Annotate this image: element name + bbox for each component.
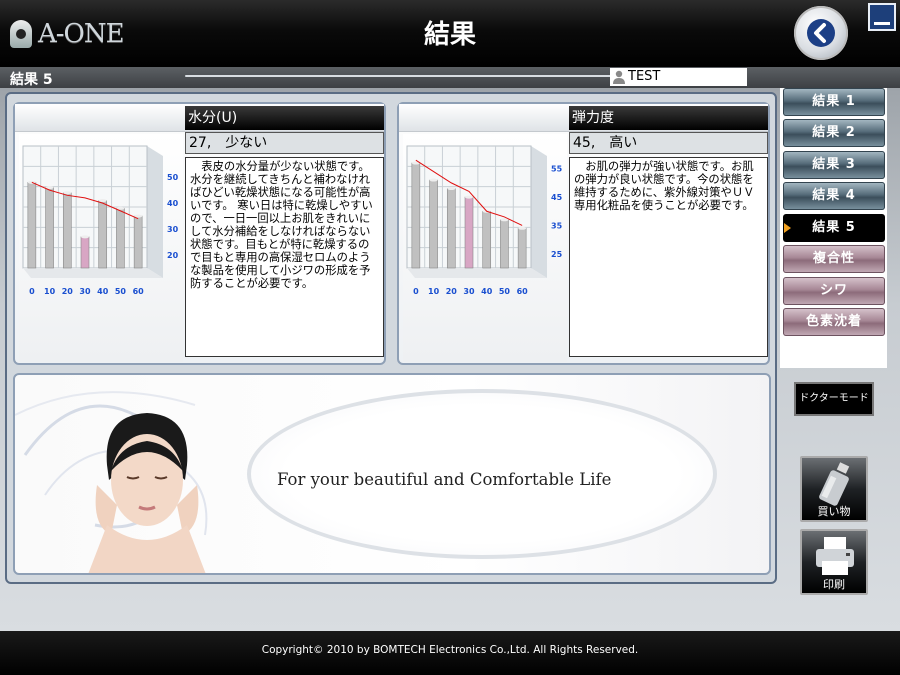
chart-bar bbox=[482, 210, 492, 269]
chart-x-tick-label: 40 bbox=[481, 287, 493, 296]
chart-bar bbox=[116, 207, 125, 269]
page-title: 結果 bbox=[423, 20, 476, 50]
chart-y-tick-label: 35 bbox=[551, 221, 563, 230]
chart-bar bbox=[62, 192, 72, 269]
elasticity-title: 弾力度 bbox=[569, 106, 768, 130]
main-area: 50 40 30 20 0 10 20 30 40 50 60 水分(U) 27, 少ない 表皮の水… bbox=[0, 88, 900, 631]
moisture-description: 表皮の水分量が少ない状態です。水分を継続してきちんと補わなければひどい乾燥状態に… bbox=[185, 157, 384, 357]
sub-header: 結果 5 TEST bbox=[0, 67, 900, 88]
nav-combination[interactable]: 複合性 bbox=[783, 245, 885, 273]
chart-bar-cap bbox=[447, 187, 456, 191]
divider bbox=[185, 75, 615, 77]
chart-x-tick-label: 30 bbox=[463, 287, 475, 296]
banner: For your beautiful and Comfortable Life bbox=[13, 373, 771, 575]
elasticity-value: 45, 高い bbox=[569, 132, 768, 154]
chart-x-tick-label: 50 bbox=[499, 287, 511, 296]
nav-pigmentation[interactable]: 色素沈着 bbox=[783, 308, 885, 336]
chart-y-tick-label: 30 bbox=[167, 225, 179, 234]
chart-y-tick-label: 45 bbox=[551, 193, 563, 202]
chart-bar bbox=[411, 162, 421, 269]
chart-y-tick-label: 55 bbox=[551, 165, 563, 174]
doctor-mode-button[interactable]: ドクターモード bbox=[794, 382, 874, 416]
chart-y-tick-label: 40 bbox=[167, 199, 179, 208]
user-icon bbox=[613, 70, 625, 84]
chart-x-tick-label: 50 bbox=[115, 287, 127, 296]
chart-bar bbox=[98, 200, 108, 269]
chart-bar bbox=[429, 179, 438, 269]
printer-icon bbox=[816, 537, 854, 575]
content-frame: 50 40 30 20 0 10 20 30 40 50 60 水分(U) 27, 少ない 表皮の水… bbox=[5, 92, 777, 584]
elasticity-description: お肌の弾力が強い状態です。お肌の弾力が良い状態です。今の状態を維持するために、紫… bbox=[569, 157, 768, 357]
moisture-chart: 50 40 30 20 0 10 20 30 40 50 60 bbox=[19, 134, 183, 362]
moisture-panel: 50 40 30 20 0 10 20 30 40 50 60 水分(U) 27, 少ない 表皮の水… bbox=[13, 102, 386, 365]
user-name-box: TEST bbox=[610, 68, 747, 86]
chart-bar bbox=[133, 215, 143, 269]
banner-tagline: For your beautiful and Comfortable Life bbox=[277, 470, 612, 489]
chart-x-tick-label: 40 bbox=[97, 287, 109, 296]
result-subtitle: 結果 5 bbox=[10, 72, 53, 88]
moisture-title: 水分(U) bbox=[185, 106, 384, 130]
chart-x-tick-label: 30 bbox=[79, 287, 91, 296]
nav-result-1[interactable]: 結果 1 bbox=[783, 88, 885, 116]
result-navigation: 結果 1 結果 2 結果 3 結果 4 結果 5 複合性 シワ 色素沈着 bbox=[780, 88, 887, 368]
chart-floor bbox=[407, 268, 547, 278]
chart-bar bbox=[446, 188, 456, 269]
chart-floor bbox=[23, 268, 163, 278]
chart-bar bbox=[80, 236, 90, 269]
elasticity-chart: 55 45 35 25 0 10 20 30 40 50 60 bbox=[403, 134, 567, 362]
chart-x-tick-label: 10 bbox=[428, 287, 440, 296]
model-face-image bbox=[88, 413, 206, 573]
back-button[interactable] bbox=[794, 6, 848, 60]
shopping-button[interactable]: 買い物 bbox=[800, 456, 868, 522]
chart-x-tick-label: 60 bbox=[133, 287, 145, 296]
elasticity-panel: 55 45 35 25 0 10 20 30 40 50 60 弾力度 45, 高い お肌の弾力が強… bbox=[397, 102, 770, 365]
top-bar: A-ONE 結果 bbox=[0, 0, 900, 67]
chart-bar-cap bbox=[63, 191, 72, 195]
moisture-value: 27, 少ない bbox=[185, 132, 384, 154]
chart-y-tick-label: 25 bbox=[551, 250, 563, 259]
chart-bar-cap bbox=[429, 178, 438, 182]
minimize-window-button[interactable] bbox=[868, 3, 896, 31]
chart-bar-cap bbox=[518, 226, 527, 230]
chart-bar bbox=[27, 182, 37, 269]
moisture-bar-chart: 50 40 30 20 0 10 20 30 40 50 60 bbox=[22, 145, 179, 296]
chart-y-tick-label: 20 bbox=[167, 251, 179, 260]
user-name: TEST bbox=[628, 69, 661, 84]
print-button[interactable]: 印刷 bbox=[800, 529, 868, 595]
chart-x-tick-label: 20 bbox=[62, 287, 74, 296]
chart-bar bbox=[500, 219, 509, 269]
nav-result-3[interactable]: 結果 3 bbox=[783, 151, 885, 179]
chart-bar bbox=[45, 187, 54, 269]
nav-result-5[interactable]: 結果 5 bbox=[783, 214, 885, 242]
chart-y-tick-label: 50 bbox=[167, 173, 179, 182]
nav-result-4[interactable]: 結果 4 bbox=[783, 182, 885, 210]
chart-bar bbox=[517, 227, 527, 269]
chart-bar-cap bbox=[98, 199, 107, 203]
shopping-label: 買い物 bbox=[817, 505, 851, 518]
cosmetic-bottle-icon bbox=[819, 462, 850, 506]
copyright-text: Copyright© 2010 by BOMTECH Electronics C… bbox=[261, 644, 639, 656]
chart-bar-cap bbox=[81, 235, 89, 239]
chart-x-tick-label: 10 bbox=[44, 287, 56, 296]
chart-x-tick-label: 20 bbox=[446, 287, 458, 296]
nav-wrinkle[interactable]: シワ bbox=[783, 277, 885, 305]
nav-result-2[interactable]: 結果 2 bbox=[783, 119, 885, 147]
chart-x-tick-label: 0 bbox=[413, 287, 419, 296]
chevron-left-icon bbox=[807, 19, 835, 47]
chart-bar-cap bbox=[465, 195, 473, 199]
footer: Copyright© 2010 by BOMTECH Electronics C… bbox=[0, 631, 900, 675]
elasticity-bar-chart: 55 45 35 25 0 10 20 30 40 50 60 bbox=[406, 145, 563, 296]
print-label: 印刷 bbox=[823, 578, 845, 591]
chart-x-tick-label: 60 bbox=[517, 287, 529, 296]
chart-x-tick-label: 0 bbox=[29, 287, 35, 296]
chart-bar bbox=[464, 196, 474, 269]
